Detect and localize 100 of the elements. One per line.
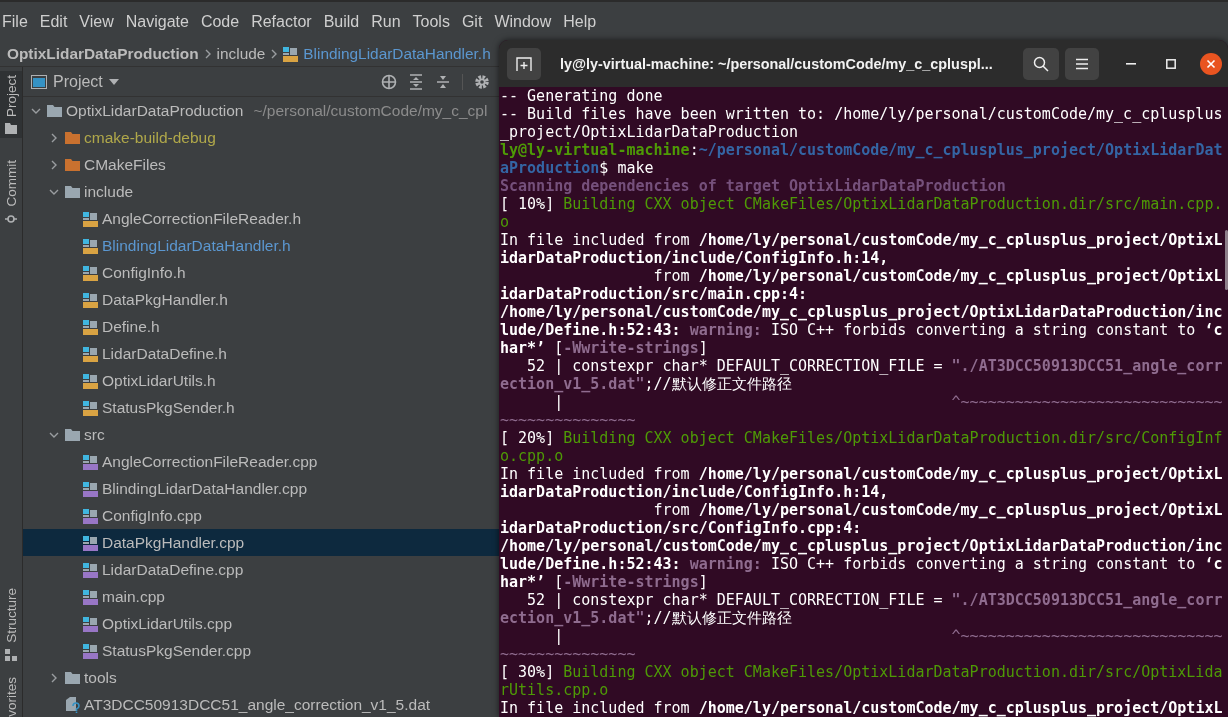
- structure-icon: [5, 649, 17, 662]
- terminal-line: [ 30%] Building CXX object CMakeFiles/OptixLidarDataProduction.dir/src/OptixLidarUtils.cpp.o: [500, 663, 1224, 699]
- tree-item-label: DataPkgHandler.cpp: [102, 533, 245, 552]
- breadcrumb-item[interactable]: OptixLidarDataProduction: [7, 45, 199, 63]
- header-file-icon: [283, 46, 299, 62]
- tool-window-tab[interactable]: Structure: [0, 584, 22, 666]
- tree-row[interactable]: AngleCorrectionFileReader.h: [23, 205, 499, 232]
- breadcrumb-item[interactable]: BlindingLidarDataHandler.h: [303, 45, 491, 63]
- tree-row[interactable]: StatusPkgSender.h: [23, 394, 499, 421]
- tree-item-label: StatusPkgSender.h: [102, 398, 235, 417]
- tree-row[interactable]: AngleCorrectionFileReader.cpp: [23, 448, 499, 475]
- menu-item[interactable]: Git: [461, 13, 483, 31]
- tree-row[interactable]: AT3DCC50913DCC51_angle_correction_v1_5.dat: [23, 691, 499, 717]
- tree-row[interactable]: DataPkgHandler.h: [23, 286, 499, 313]
- tree-item-label: src: [84, 425, 105, 444]
- tool-window-tab[interactable]: Project: [0, 71, 22, 139]
- folder-icon: [5, 123, 17, 135]
- tree-row[interactable]: OptixLidarUtils.h: [23, 367, 499, 394]
- tree-row[interactable]: Define.h: [23, 313, 499, 340]
- cpp-file-icon: [83, 507, 98, 524]
- tree-item-label: main.cpp: [102, 587, 165, 606]
- close-button[interactable]: [1200, 52, 1222, 75]
- menu-item[interactable]: Run: [371, 13, 401, 31]
- tree-item-label: AngleCorrectionFileReader.cpp: [102, 452, 318, 471]
- tree-item-label: AT3DCC50913DCC51_angle_correction_v1_5.dat: [84, 695, 431, 714]
- cpp-file-icon: [83, 615, 98, 632]
- tree-row[interactable]: DataPkgHandler.cpp: [23, 529, 499, 556]
- new-tab-button[interactable]: [507, 47, 541, 80]
- menu-item[interactable]: View: [79, 13, 114, 31]
- menu-item[interactable]: Code: [200, 13, 240, 31]
- terminal-line: In file included from /home/ly/personal/customCode/my_c_cplusplus_project/OptixL: [500, 699, 1224, 717]
- tree-row[interactable]: include: [23, 178, 499, 205]
- project-view-icon: [31, 74, 47, 89]
- scrollbar-thumb[interactable]: [1225, 230, 1228, 290]
- minimize-icon: [1126, 62, 1136, 65]
- tree-row[interactable]: cmake-build-debug: [23, 124, 499, 151]
- tree-row[interactable]: LidarDataDefine.cpp: [23, 556, 499, 583]
- cpp-file-icon: [83, 453, 98, 470]
- menu-item[interactable]: Window: [494, 13, 552, 31]
- menu-item[interactable]: Navigate: [125, 13, 189, 31]
- tree-item-label: BlindingLidarDataHandler.cpp: [102, 479, 308, 498]
- terminal-line: /home/ly/personal/customCode/my_c_cplusplus_project/OptixLidarDataProduction/include/Define.h:52:43: warning: ISO C++ forbids converting a string constant to ‘char*’ [-Wwrite-strings]: [500, 537, 1224, 591]
- menu-item[interactable]: Build: [323, 13, 360, 31]
- tree-row[interactable]: ConfigInfo.h: [23, 259, 499, 286]
- tree-item-label: tools: [84, 668, 117, 687]
- terminal-line: -- Generating done: [500, 87, 664, 105]
- tree-item-label: Define.h: [102, 317, 160, 336]
- tree-item-label: include: [84, 182, 134, 201]
- header-file-icon: [83, 237, 98, 254]
- tree-row[interactable]: src: [23, 421, 499, 448]
- menu-item[interactable]: Edit: [39, 13, 68, 31]
- tree-row[interactable]: OptixLidarUtils.cpp: [23, 610, 499, 637]
- menu-item[interactable]: Tools: [412, 13, 450, 31]
- tree-row[interactable]: tools: [23, 664, 499, 691]
- tool-window-tab[interactable]: vorites: [0, 673, 22, 717]
- unknown-file-icon: [65, 696, 80, 713]
- dropdown-caret-icon: [108, 78, 119, 85]
- header-file-icon: [83, 264, 98, 281]
- maximize-icon: [1166, 58, 1176, 69]
- terminal-line: -- Build files have been written to: /home/ly/personal/customCode/my_c_cplusplus_project/OptixLidarDataProduction: [500, 105, 1224, 141]
- header-file-icon: [83, 372, 98, 389]
- tree-item-label: LidarDataDefine.cpp: [102, 560, 244, 579]
- window-title: ly@ly-virtual-machine: ~/personal/customCode/my_c_cpluspl...: [560, 55, 994, 72]
- tree-row[interactable]: ConfigInfo.cpp: [23, 502, 499, 529]
- terminal-line: | ^~~~~~~~~~~~~~~~~~~~~~~~~~~~~~~~~~~~~~~~~~~~~: [500, 627, 1224, 663]
- menu-item[interactable]: Help: [563, 13, 597, 31]
- terminal-line: | ^~~~~~~~~~~~~~~~~~~~~~~~~~~~~~~~~~~~~~~~~~~~~: [500, 393, 1224, 429]
- tree-row[interactable]: BlindingLidarDataHandler.cpp: [23, 475, 499, 502]
- cpp-file-icon: [83, 534, 98, 551]
- search-button[interactable]: [1023, 47, 1059, 80]
- tree-item-label: AngleCorrectionFileReader.h: [102, 209, 302, 228]
- tree-row[interactable]: LidarDataDefine.h: [23, 340, 499, 367]
- panel-title[interactable]: Project: [53, 72, 103, 91]
- header-file-icon: [83, 291, 98, 308]
- header-file-icon: [83, 318, 98, 335]
- menu-item[interactable]: File: [2, 13, 28, 31]
- search-icon: [1033, 55, 1049, 72]
- tree-item-label: DataPkgHandler.h: [102, 290, 228, 309]
- terminal-line: [ 10%] Building CXX object CMakeFiles/OptixLidarDataProduction.dir/src/main.cpp.o: [500, 195, 1224, 231]
- collapse-all-icon: [434, 73, 451, 90]
- breadcrumb-item[interactable]: include: [216, 45, 266, 63]
- terminal-line: /home/ly/personal/customCode/my_c_cplusplus_project/OptixLidarDataProduction/include/Define.h:52:43: warning: ISO C++ forbids converting a string constant to ‘char*’ [-Wwrite-strings]: [500, 303, 1224, 357]
- cpp-file-icon: [83, 561, 98, 578]
- tree-row[interactable]: StatusPkgSender.cpp: [23, 637, 499, 664]
- terminal-line: Scanning dependencies of target OptixLidarDataProduction: [500, 177, 1007, 195]
- tree-row[interactable]: main.cpp: [23, 583, 499, 610]
- tree-item-label: OptixLidarUtils.h: [102, 371, 216, 390]
- tree-row[interactable]: BlindingLidarDataHandler.h: [23, 232, 499, 259]
- tree-item-label: LidarDataDefine.h: [102, 344, 227, 363]
- expand-all-icon: [407, 73, 424, 90]
- tree-row[interactable]: CMakeFiles: [23, 151, 499, 178]
- tree-row[interactable]: OptixLidarDataProduction ~/personal/customCode/my_c_cpl: [23, 97, 499, 124]
- cpp-file-icon: [83, 588, 98, 605]
- menu-button[interactable]: [1065, 47, 1099, 80]
- header-file-icon: [83, 210, 98, 227]
- terminal-line: ly@ly-virtual-machine:~/personal/customCode/my_c_cplusplus_project/OptixLidarDataProduction$ make: [500, 141, 1224, 177]
- close-icon: [1200, 52, 1222, 75]
- tool-window-tab[interactable]: Commit: [0, 156, 22, 229]
- menu-item[interactable]: Refactor: [251, 13, 312, 31]
- terminal-line: 52 | constexpr char* DEFAULT_CORRECTION_FILE = "./AT3DCC50913DCC51_angle_correction_v1_5.dat";//默认修正文件路径: [500, 591, 1224, 627]
